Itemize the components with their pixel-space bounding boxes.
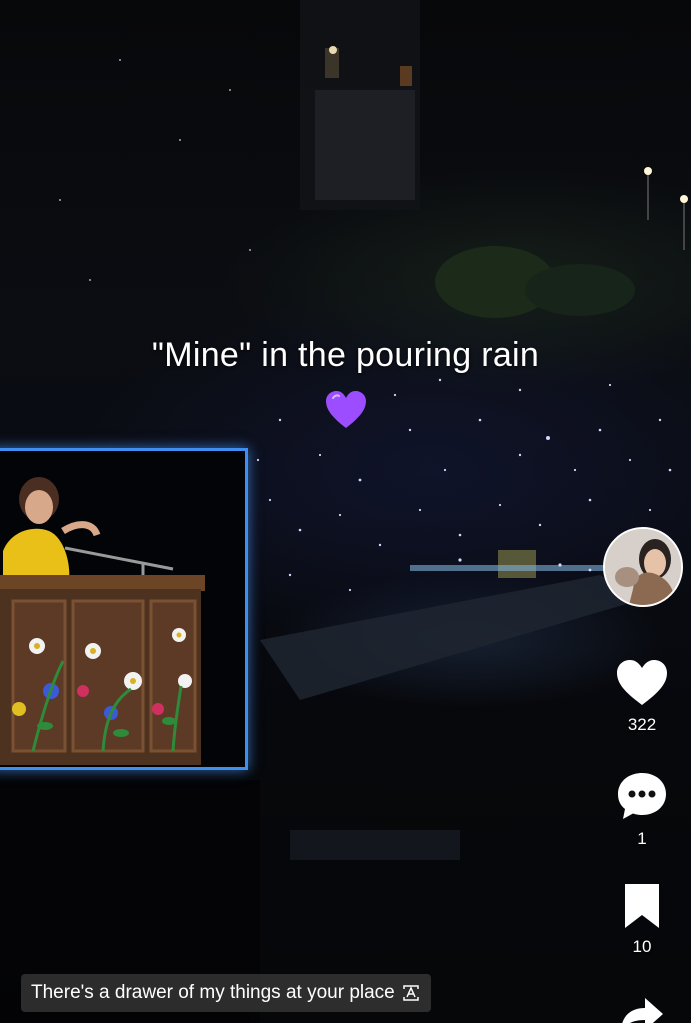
heart-icon[interactable] bbox=[615, 658, 669, 708]
stadium-screen-panel bbox=[0, 448, 248, 770]
like-action[interactable]: 322 bbox=[612, 658, 672, 735]
bookmark-icon[interactable] bbox=[615, 882, 669, 930]
share-arrow-icon[interactable] bbox=[615, 992, 669, 1023]
comment-count: 1 bbox=[637, 829, 647, 848]
subtitle-text: There's a drawer of my things at your pl… bbox=[31, 982, 395, 1003]
video-frame[interactable]: "Mine" in the pouring rain 322 1 10 Ther… bbox=[0, 0, 691, 1023]
share-action[interactable] bbox=[612, 992, 672, 1023]
performer-on-screen-image bbox=[0, 451, 245, 767]
overlay-title: "Mine" in the pouring rain bbox=[151, 336, 540, 374]
subtitle-caption: There's a drawer of my things at your pl… bbox=[21, 974, 431, 1012]
save-count: 10 bbox=[632, 937, 652, 956]
comment-action[interactable]: 1 bbox=[612, 770, 672, 849]
purple-heart-icon bbox=[326, 391, 366, 428]
avatar-image bbox=[605, 529, 681, 605]
creator-avatar[interactable] bbox=[603, 527, 683, 607]
comment-bubble-icon[interactable] bbox=[615, 770, 669, 822]
like-count: 322 bbox=[627, 715, 657, 734]
save-action[interactable]: 10 bbox=[612, 882, 672, 957]
translate-icon[interactable] bbox=[401, 983, 421, 1003]
